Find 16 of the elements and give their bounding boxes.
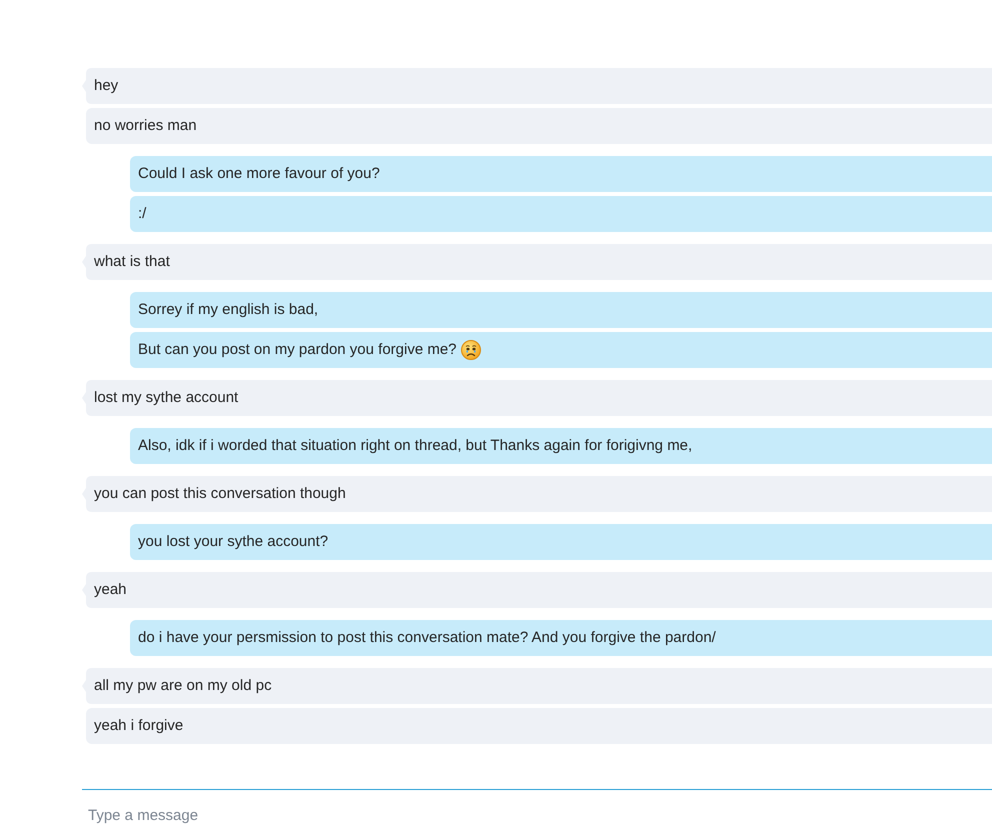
message-text: you lost your sythe account? bbox=[138, 532, 328, 552]
message-text: :/ bbox=[138, 204, 146, 224]
message-text: yeah i forgive bbox=[94, 716, 184, 736]
message-text: hey bbox=[94, 76, 118, 96]
message-input[interactable]: Type a message bbox=[82, 789, 992, 826]
message-text: all my pw are on my old pc bbox=[94, 676, 272, 696]
message-text: do i have your persmission to post this conversation mate? And you forgive the pardon/ bbox=[138, 628, 716, 648]
message-text: But can you post on my pardon you forgive me? bbox=[138, 340, 457, 360]
message-text: Sorrey if my english is bad, bbox=[138, 300, 318, 320]
message-text: what is that bbox=[94, 252, 170, 272]
message-text: you can post this conversation though bbox=[94, 484, 346, 504]
message-text: lost my sythe account bbox=[94, 388, 238, 408]
message-text: Also, idk if i worded that situation right on thread, but Thanks again for forigivng me, bbox=[138, 436, 692, 456]
message-text: no worries man bbox=[94, 116, 197, 136]
message-text: yeah bbox=[94, 580, 127, 600]
message-text: Could I ask one more favour of you? bbox=[138, 164, 380, 184]
